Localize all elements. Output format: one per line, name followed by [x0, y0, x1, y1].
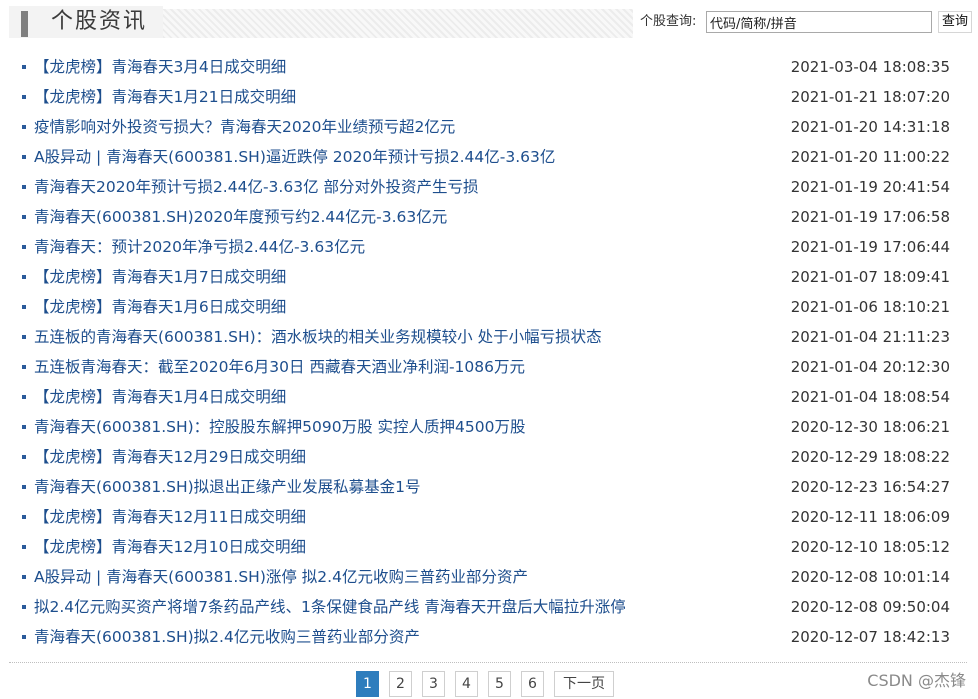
news-title-link[interactable]: 五连板青海春天：截至2020年6月30日 西藏春天酒业净利润-1086万元	[34, 352, 525, 382]
news-title-link[interactable]: A股异动 | 青海春天(600381.SH)逼近跌停 2020年预计亏损2.44…	[34, 142, 555, 172]
news-date: 2021-01-20 14:31:18	[790, 118, 950, 136]
news-item: 【龙虎榜】青海春天3月4日成交明细 2021-03-04 18:08:35	[0, 52, 978, 82]
bullet-icon	[22, 515, 26, 519]
page-button-5[interactable]: 5	[488, 671, 511, 697]
news-date: 2021-01-19 17:06:58	[790, 208, 950, 226]
news-title-link[interactable]: 【龙虎榜】青海春天12月10日成交明细	[34, 532, 306, 562]
watermark: CSDN @杰锋	[867, 671, 966, 690]
news-list: 【龙虎榜】青海春天3月4日成交明细 2021-03-04 18:08:35 【龙虎榜…	[0, 52, 978, 652]
news-item: 青海春天(600381.SH)：控股股东解押5090万股 实控人质押4500万股…	[0, 412, 978, 442]
news-title-link[interactable]: 【龙虎榜】青海春天1月21日成交明细	[34, 82, 296, 112]
title-accent-bar	[21, 11, 28, 37]
news-date: 2021-01-06 18:10:21	[790, 298, 950, 316]
search-button[interactable]: 查询	[938, 11, 972, 33]
news-date: 2021-03-04 18:08:35	[790, 58, 950, 76]
news-date: 2020-12-10 18:05:12	[790, 538, 950, 556]
bullet-icon	[22, 185, 26, 189]
news-title-link[interactable]: 【龙虎榜】青海春天12月29日成交明细	[34, 442, 306, 472]
page-button-3[interactable]: 3	[422, 671, 445, 697]
bullet-icon	[22, 335, 26, 339]
bullet-icon	[22, 395, 26, 399]
news-item: A股异动 | 青海春天(600381.SH)涨停 拟2.4亿元收购三普药业部分资…	[0, 562, 978, 592]
news-item: 【龙虎榜】青海春天1月4日成交明细 2021-01-04 18:08:54	[0, 382, 978, 412]
bullet-icon	[22, 365, 26, 369]
bullet-icon	[22, 125, 26, 129]
bullet-icon	[22, 575, 26, 579]
news-date: 2020-12-11 18:06:09	[790, 508, 950, 526]
bullet-icon	[22, 605, 26, 609]
news-date: 2020-12-23 16:54:27	[790, 478, 950, 496]
news-date: 2021-01-21 18:07:20	[790, 88, 950, 106]
bullet-icon	[22, 155, 26, 159]
bullet-icon	[22, 455, 26, 459]
bullet-icon	[22, 305, 26, 309]
header: 个股资讯 个股查询: 查询	[9, 6, 972, 38]
news-title-link[interactable]: 青海春天(600381.SH)：控股股东解押5090万股 实控人质押4500万股	[34, 412, 526, 442]
title-block: 个股资讯	[9, 6, 163, 38]
bullet-icon	[22, 635, 26, 639]
news-item: 拟2.4亿元购买资产将增7条药品产线、1条保健食品产线 青海春天开盘后大幅拉升涨…	[0, 592, 978, 622]
news-title-link[interactable]: 青海春天(600381.SH)拟2.4亿元收购三普药业部分资产	[34, 622, 420, 652]
news-item: 青海春天(600381.SH)2020年度预亏约2.44亿元-3.63亿元 202…	[0, 202, 978, 232]
bullet-icon	[22, 545, 26, 549]
news-title-link[interactable]: 青海春天(600381.SH)拟退出正缘产业发展私募基金1号	[34, 472, 421, 502]
news-date: 2021-01-19 20:41:54	[790, 178, 950, 196]
news-title-link[interactable]: 【龙虎榜】青海春天1月6日成交明细	[34, 292, 286, 322]
page-button-6[interactable]: 6	[521, 671, 544, 697]
bullet-icon	[22, 245, 26, 249]
news-title-link[interactable]: 疫情影响对外投资亏损大？青海春天2020年业绩预亏超2亿元	[34, 112, 455, 142]
header-stripes	[163, 9, 633, 38]
news-title-link[interactable]: 青海春天：预计2020年净亏损2.44亿-3.63亿元	[34, 232, 365, 262]
news-item: 【龙虎榜】青海春天1月21日成交明细 2021-01-21 18:07:20	[0, 82, 978, 112]
news-item: 青海春天：预计2020年净亏损2.44亿-3.63亿元 2021-01-19 17…	[0, 232, 978, 262]
news-item: 五连板的青海春天(600381.SH)：酒水板块的相关业务规模较小 处于小幅亏损…	[0, 322, 978, 352]
news-item: 青海春天(600381.SH)拟退出正缘产业发展私募基金1号 2020-12-23…	[0, 472, 978, 502]
news-date: 2021-01-20 11:00:22	[790, 148, 950, 166]
news-item: 青海春天(600381.SH)拟2.4亿元收购三普药业部分资产 2020-12-0…	[0, 622, 978, 652]
news-item: 疫情影响对外投资亏损大？青海春天2020年业绩预亏超2亿元 2021-01-20 …	[0, 112, 978, 142]
news-title-link[interactable]: 【龙虎榜】青海春天1月7日成交明细	[34, 262, 286, 292]
bullet-icon	[22, 425, 26, 429]
page-title: 个股资讯	[51, 9, 148, 34]
search-label: 个股查询:	[640, 14, 697, 29]
bullet-icon	[22, 485, 26, 489]
news-date: 2021-01-04 20:12:30	[790, 358, 950, 376]
news-title-link[interactable]: 青海春天2020年预计亏损2.44亿-3.63亿 部分对外投资产生亏损	[34, 172, 479, 202]
bullet-icon	[22, 95, 26, 99]
news-date: 2021-01-19 17:06:44	[790, 238, 950, 256]
divider	[9, 662, 967, 663]
bullet-icon	[22, 275, 26, 279]
news-date: 2020-12-08 10:01:14	[790, 568, 950, 586]
news-item: 五连板青海春天：截至2020年6月30日 西藏春天酒业净利润-1086万元 202…	[0, 352, 978, 382]
news-date: 2020-12-30 18:06:21	[790, 418, 950, 436]
stock-search-input[interactable]	[706, 11, 932, 33]
news-item: 【龙虎榜】青海春天1月7日成交明细 2021-01-07 18:09:41	[0, 262, 978, 292]
news-item: 【龙虎榜】青海春天12月10日成交明细 2020-12-10 18:05:12	[0, 532, 978, 562]
news-item: A股异动 | 青海春天(600381.SH)逼近跌停 2020年预计亏损2.44…	[0, 142, 978, 172]
page-button-1[interactable]: 1	[356, 671, 379, 697]
news-date: 2021-01-04 18:08:54	[790, 388, 950, 406]
page-button-2[interactable]: 2	[389, 671, 412, 697]
news-title-link[interactable]: 青海春天(600381.SH)2020年度预亏约2.44亿元-3.63亿元	[34, 202, 447, 232]
news-date: 2020-12-29 18:08:22	[790, 448, 950, 466]
news-item: 青海春天2020年预计亏损2.44亿-3.63亿 部分对外投资产生亏损 2021-…	[0, 172, 978, 202]
next-page-button[interactable]: 下一页	[554, 671, 614, 697]
news-item: 【龙虎榜】青海春天1月6日成交明细 2021-01-06 18:10:21	[0, 292, 978, 322]
bullet-icon	[22, 215, 26, 219]
news-title-link[interactable]: 【龙虎榜】青海春天3月4日成交明细	[34, 52, 286, 82]
news-title-link[interactable]: 【龙虎榜】青海春天1月4日成交明细	[34, 382, 286, 412]
news-title-link[interactable]: 【龙虎榜】青海春天12月11日成交明细	[34, 502, 306, 532]
news-date: 2021-01-04 21:11:23	[790, 328, 950, 346]
news-date: 2021-01-07 18:09:41	[790, 268, 950, 286]
news-item: 【龙虎榜】青海春天12月29日成交明细 2020-12-29 18:08:22	[0, 442, 978, 472]
news-item: 【龙虎榜】青海春天12月11日成交明细 2020-12-11 18:06:09	[0, 502, 978, 532]
page-button-4[interactable]: 4	[455, 671, 478, 697]
news-title-link[interactable]: 拟2.4亿元购买资产将增7条药品产线、1条保健食品产线 青海春天开盘后大幅拉升涨…	[34, 592, 626, 622]
bullet-icon	[22, 65, 26, 69]
news-date: 2020-12-08 09:50:04	[790, 598, 950, 616]
news-title-link[interactable]: 五连板的青海春天(600381.SH)：酒水板块的相关业务规模较小 处于小幅亏损…	[34, 322, 602, 352]
news-date: 2020-12-07 18:42:13	[790, 628, 950, 646]
news-title-link[interactable]: A股异动 | 青海春天(600381.SH)涨停 拟2.4亿元收购三普药业部分资…	[34, 562, 528, 592]
